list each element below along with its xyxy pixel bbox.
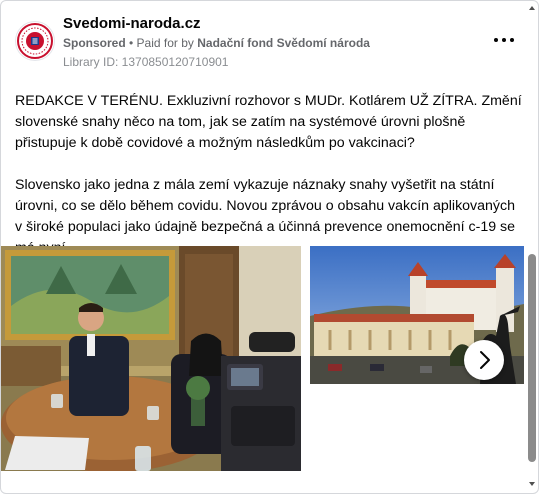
paid-for-prefix: Paid for by (136, 36, 198, 50)
page-name[interactable]: Svedomi-naroda.cz (63, 15, 201, 32)
more-horizontal-icon (494, 38, 498, 42)
page-avatar[interactable] (15, 21, 55, 61)
interview-photo-icon (1, 246, 301, 471)
sponsored-line: Sponsored • Paid for by Nadační fond Svě… (63, 36, 370, 50)
more-horizontal-icon (510, 38, 514, 42)
post-paragraph: REDAKCE V TERÉNU. Exkluzivní rozhovor s … (15, 93, 522, 151)
scroll-up-arrow-icon[interactable] (528, 4, 536, 12)
next-image-button[interactable] (464, 340, 504, 380)
post-body: REDAKCE V TERÉNU. Exkluzivní rozhovor s … (15, 91, 525, 259)
logo-icon (17, 23, 53, 59)
ad-card: Svedomi-naroda.cz Sponsored • Paid for b… (0, 0, 539, 494)
interview-photo[interactable] (1, 246, 301, 471)
image-carousel (1, 246, 525, 471)
chevron-right-icon (480, 351, 490, 369)
sponsored-label: Sponsored (63, 36, 126, 50)
library-id: Library ID: 1370850120710901 (63, 55, 229, 69)
scroll-down-arrow-icon[interactable] (528, 480, 536, 488)
scrollbar[interactable] (527, 4, 537, 488)
separator-dot: • (125, 36, 137, 50)
sponsor-name[interactable]: Nadační fond Svědomí národa (197, 36, 370, 50)
more-horizontal-icon (502, 38, 506, 42)
more-options-button[interactable] (492, 33, 516, 47)
scrollbar-thumb[interactable] (528, 254, 536, 462)
post-header: Svedomi-naroda.cz Sponsored • Paid for b… (15, 15, 522, 75)
